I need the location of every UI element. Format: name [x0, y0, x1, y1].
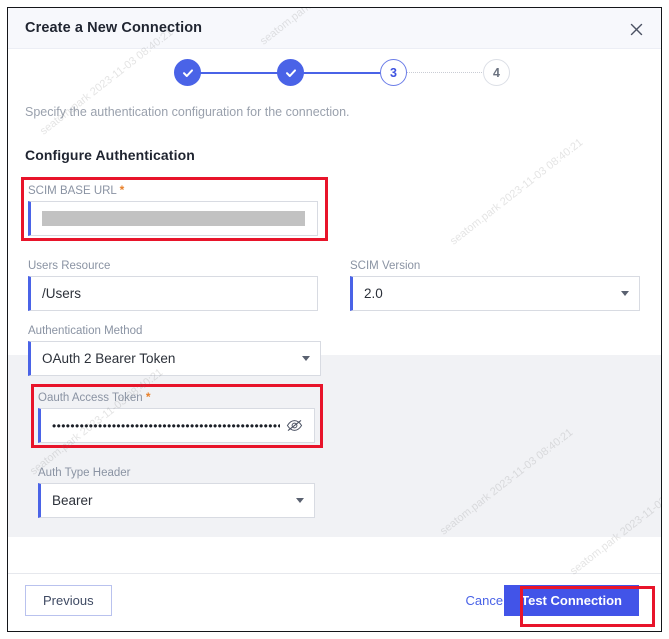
scim-base-url-input[interactable] [28, 201, 318, 236]
oauth-access-token-input[interactable]: ••••••••••••••••••••••••••••••••••••••••… [38, 408, 315, 443]
progress-stepper: 3 4 [8, 49, 661, 97]
authentication-method-select[interactable]: OAuth 2 Bearer Token [28, 341, 321, 376]
field-oauth-access-token: Oauth Access Token * •••••••••••••••••••… [38, 390, 315, 443]
auth-type-header-value: Bearer [52, 493, 93, 508]
dialog-title: Create a New Connection [25, 20, 203, 36]
required-marker: * [145, 390, 151, 404]
step-1-completed[interactable] [174, 59, 201, 86]
step-3-active[interactable]: 3 [380, 59, 407, 86]
scim-version-value: 2.0 [364, 286, 383, 301]
check-icon [182, 68, 193, 77]
field-label-auth-type-header: Auth Type Header [38, 467, 131, 479]
step-3-label: 3 [390, 65, 397, 80]
users-resource-input[interactable]: /Users [28, 276, 318, 311]
create-connection-dialog: Create a New Connection 3 4 Specify the … [7, 7, 662, 632]
required-marker: * [119, 183, 125, 197]
field-scim-base-url: SCIM BASE URL * [28, 183, 318, 236]
step-4-upcoming[interactable]: 4 [483, 59, 510, 86]
step-2-completed[interactable] [277, 59, 304, 86]
cancel-button[interactable]: Cancel [466, 585, 506, 616]
field-label-oauth-access-token: Oauth Access Token * [38, 390, 151, 404]
step-4-label: 4 [493, 65, 500, 80]
redaction-block [42, 211, 305, 226]
section-heading: Configure Authentication [25, 147, 195, 163]
eye-off-icon[interactable] [284, 417, 304, 435]
field-label-scim-base-url: SCIM BASE URL * [28, 183, 125, 197]
previous-button[interactable]: Previous [25, 585, 112, 616]
field-scim-version: SCIM Version 2.0 [350, 260, 640, 311]
screenshot-root: Create a New Connection 3 4 Specify the … [0, 0, 669, 639]
field-label-scim-version: SCIM Version [350, 260, 421, 272]
chevron-down-icon [296, 498, 304, 503]
test-connection-button[interactable]: Test Connection [504, 585, 639, 616]
users-resource-value: /Users [42, 286, 82, 301]
auth-type-header-select[interactable]: Bearer [38, 483, 315, 518]
step-connector-3-4 [400, 72, 496, 73]
field-auth-type-header: Auth Type Header Bearer [38, 467, 315, 518]
dialog-body: Specify the authentication configuration… [8, 97, 661, 574]
dialog-footer: Previous Cancel Test Connection [8, 573, 661, 631]
scim-version-select[interactable]: 2.0 [350, 276, 640, 311]
check-icon [285, 68, 296, 77]
field-label-users-resource: Users Resource [28, 260, 111, 272]
field-authentication-method: Authentication Method OAuth 2 Bearer Tok… [28, 325, 321, 376]
close-icon[interactable] [625, 19, 647, 39]
dialog-header: Create a New Connection [8, 8, 661, 49]
dialog-subtitle: Specify the authentication configuration… [25, 105, 350, 119]
field-users-resource: Users Resource /Users [28, 260, 318, 311]
chevron-down-icon [621, 291, 629, 296]
oauth-access-token-value: ••••••••••••••••••••••••••••••••••••••••… [52, 419, 280, 432]
field-label-authentication-method: Authentication Method [28, 325, 143, 337]
authentication-method-value: OAuth 2 Bearer Token [42, 351, 176, 366]
chevron-down-icon [302, 356, 310, 361]
